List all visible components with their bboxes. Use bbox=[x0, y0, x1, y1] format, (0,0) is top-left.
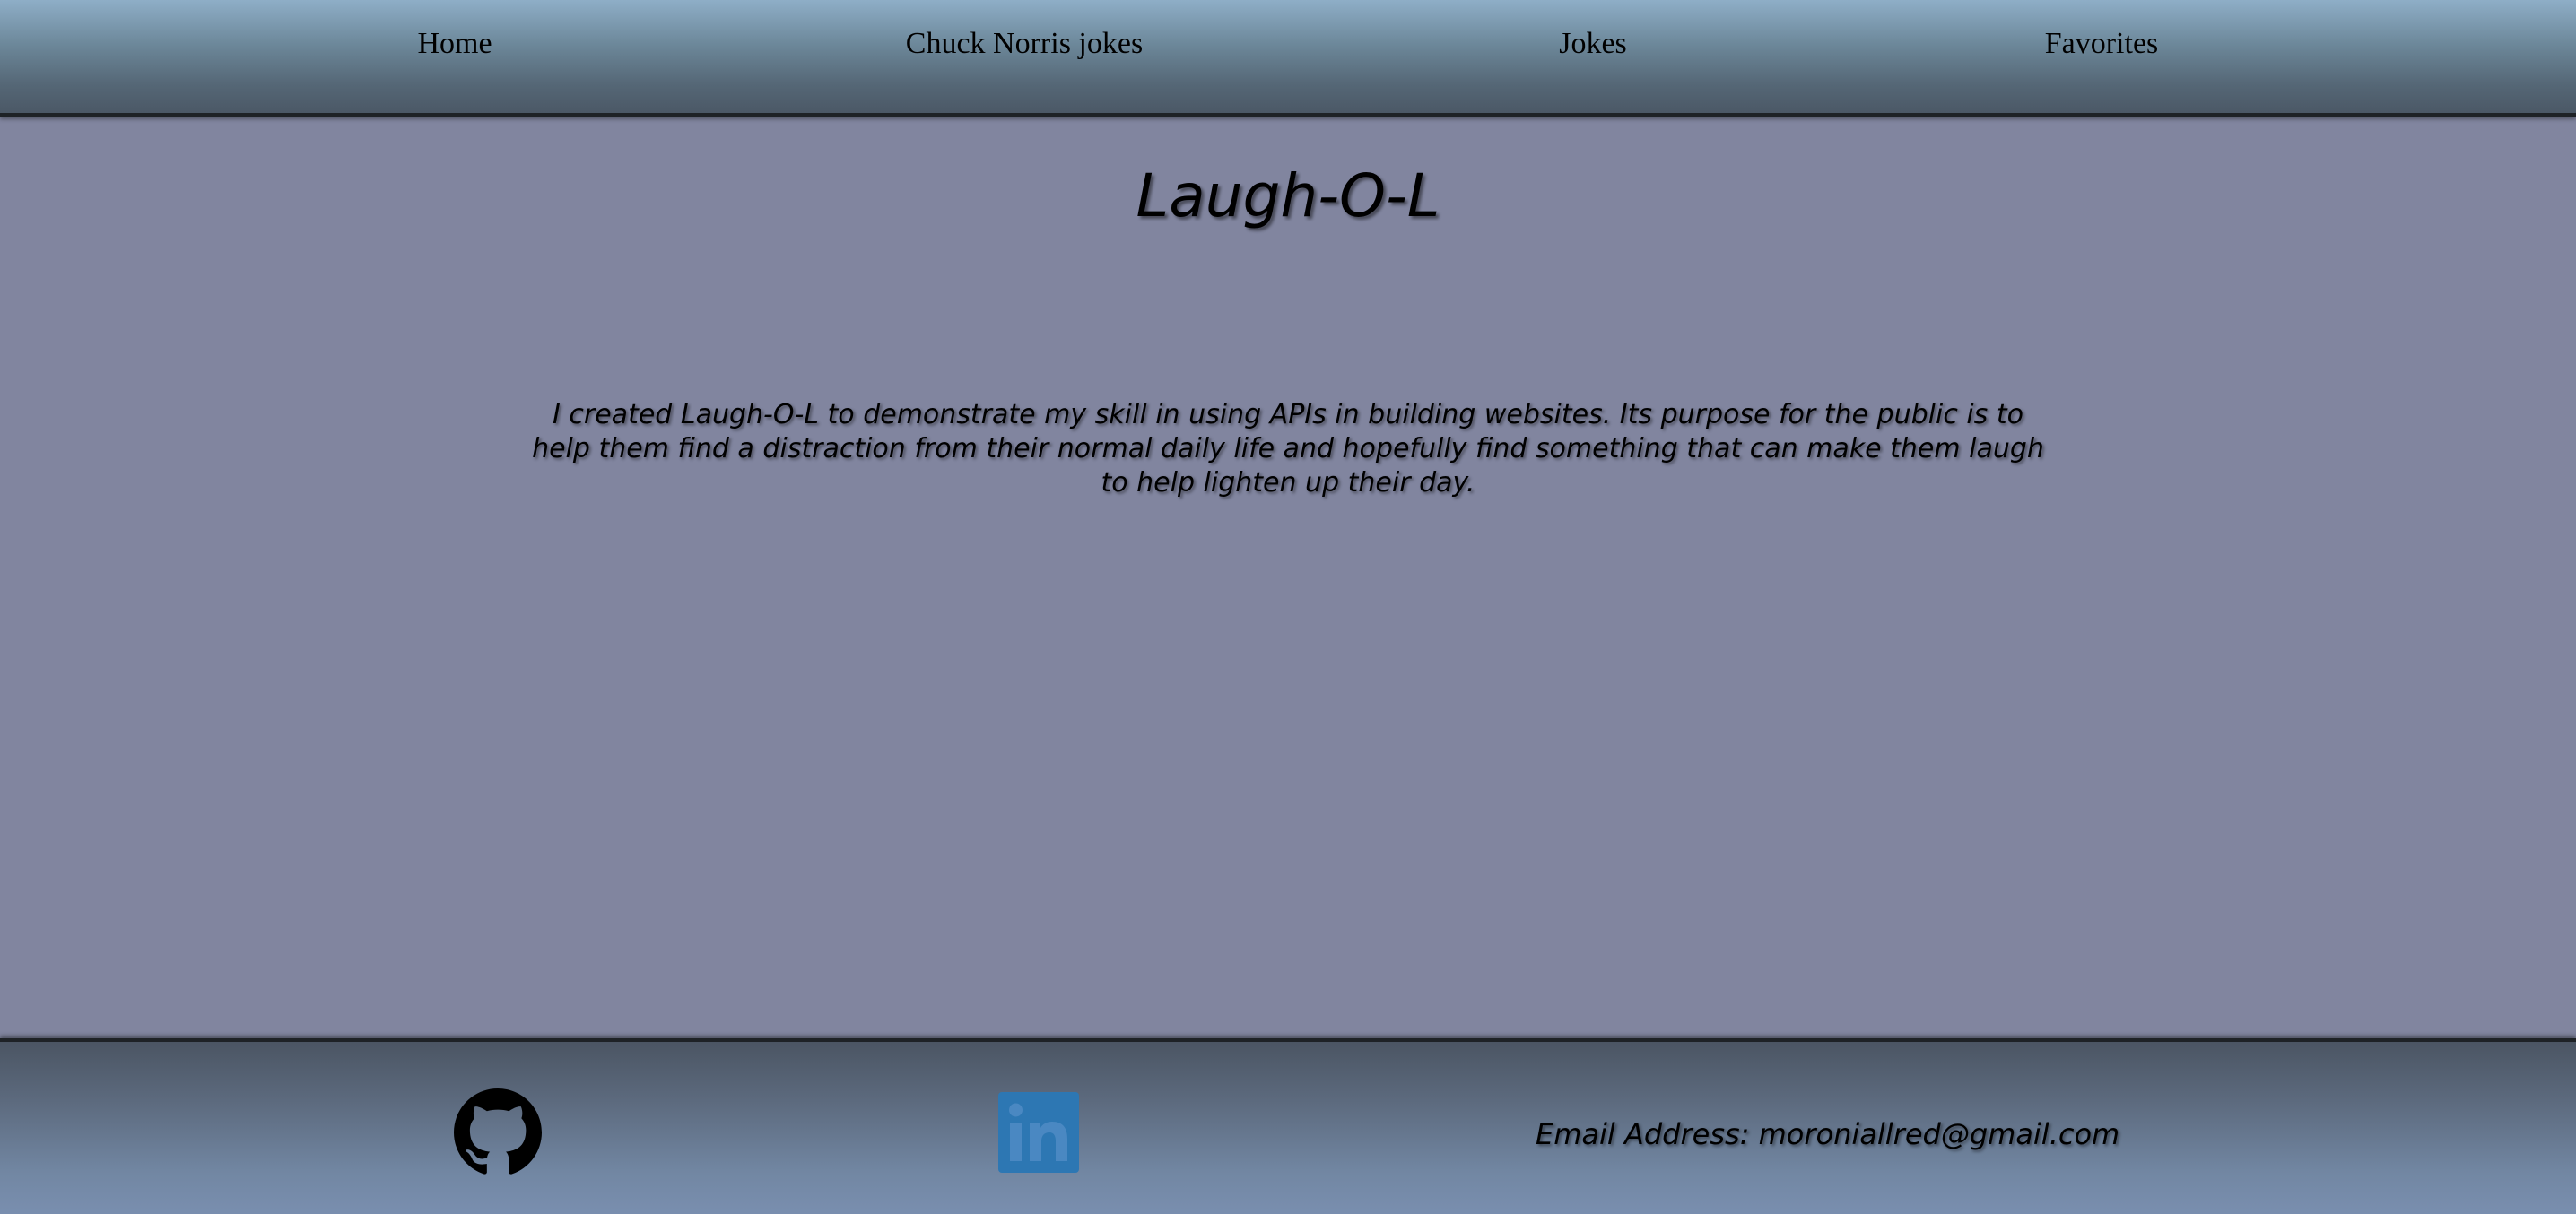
page-title: Laugh-O-L bbox=[1136, 161, 1440, 230]
github-icon bbox=[454, 1088, 542, 1175]
linkedin-icon bbox=[998, 1092, 1079, 1173]
email-address: Email Address: moroniallred@gmail.com bbox=[1536, 1117, 2120, 1151]
nav-favorites-link[interactable]: Favorites bbox=[2045, 27, 2159, 61]
github-link[interactable] bbox=[454, 1088, 542, 1176]
site-description: I created Laugh-O-L to demonstrate my sk… bbox=[532, 399, 2044, 499]
main-content: Laugh-O-L I created Laugh-O-L to demonst… bbox=[0, 117, 2576, 1038]
navbar: Home Chuck Norris jokes Jokes Favorites bbox=[0, 0, 2576, 117]
footer: Email Address: moroniallred@gmail.com bbox=[0, 1038, 2576, 1214]
nav-jokes-link[interactable]: Jokes bbox=[1559, 27, 1627, 61]
linkedin-link[interactable] bbox=[998, 1092, 1079, 1173]
nav-chuck-norris-jokes-link[interactable]: Chuck Norris jokes bbox=[906, 27, 1143, 61]
nav-home-link[interactable]: Home bbox=[417, 27, 492, 61]
